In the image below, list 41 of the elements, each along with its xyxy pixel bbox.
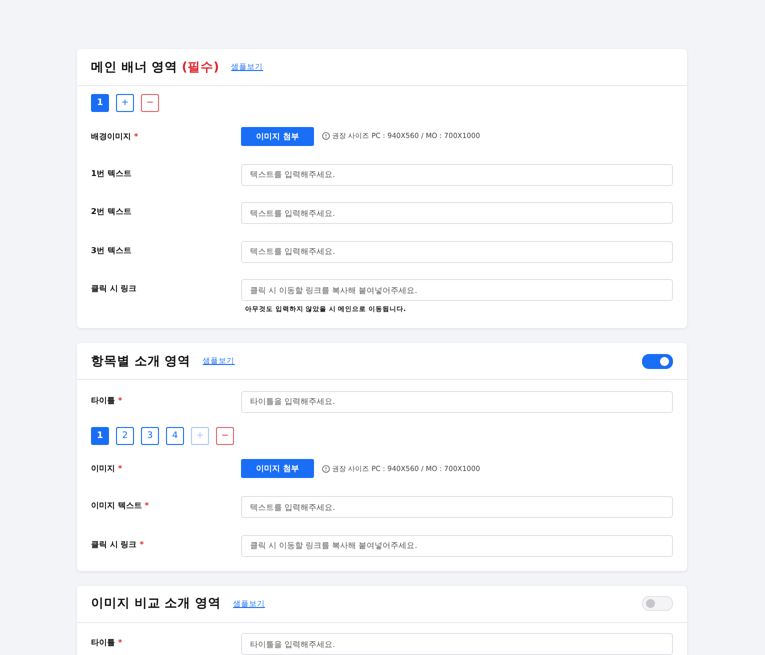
- text-input[interactable]: 텍스트를 입력해주세요.: [241, 240, 673, 262]
- page-button[interactable]: 1: [91, 94, 109, 112]
- text-input[interactable]: 텍스트를 입력해주세요.: [241, 496, 673, 518]
- info-icon: [322, 464, 330, 472]
- page-button[interactable]: 1: [91, 426, 109, 444]
- section-title: 이미지 비교 소개 영역: [91, 595, 222, 612]
- add-button[interactable]: +: [116, 94, 134, 112]
- text-input[interactable]: 텍스트를 입력해주세요.: [241, 202, 673, 224]
- required-mark: *: [118, 464, 122, 473]
- required-mark: *: [118, 638, 122, 647]
- field-label: 3번 텍스트: [91, 244, 132, 256]
- field-label: 클릭 시 링크: [91, 538, 137, 550]
- field-label: 배경이미지: [91, 130, 131, 142]
- field-label: 클릭 시 링크: [91, 283, 137, 294]
- required-mark: *: [134, 132, 138, 140]
- required-note: (필수): [182, 58, 220, 76]
- text-input[interactable]: 타이틀을 입력해주세요.: [241, 390, 673, 412]
- toggle-switch[interactable]: [642, 354, 673, 368]
- page-button[interactable]: 4: [166, 426, 184, 444]
- text-input[interactable]: 클릭 시 이동할 링크를 복사해 붙여넣어주세요.: [241, 534, 673, 556]
- field-label: 1번 텍스트: [91, 168, 132, 178]
- field-label: 타이틀: [91, 637, 115, 648]
- section-title: 항목별 소개 영역: [91, 352, 191, 370]
- attach-button[interactable]: 이미지 첨부: [241, 126, 314, 146]
- page-button[interactable]: 3: [141, 426, 159, 444]
- field-label: 2번 텍스트: [91, 206, 132, 217]
- text-input[interactable]: 클릭 시 이동할 링크를 복사해 붙여넣어주세요.: [241, 279, 673, 301]
- field-label: 타이틀: [91, 394, 115, 406]
- attach-button[interactable]: 이미지 첨부: [241, 459, 314, 478]
- remove-button[interactable]: −: [141, 94, 159, 112]
- required-mark: *: [140, 540, 144, 548]
- remove-button[interactable]: −: [216, 426, 234, 444]
- field-label: 이미지 텍스트: [91, 500, 142, 511]
- field-label: 이미지: [91, 463, 115, 474]
- info-icon: [322, 132, 330, 140]
- required-mark: *: [144, 501, 149, 510]
- page-button[interactable]: 2: [116, 426, 134, 444]
- text-input[interactable]: 타이틀을 입력해주세요.: [241, 633, 673, 655]
- text-input[interactable]: 텍스트를 입력해주세요.: [241, 164, 673, 186]
- required-mark: *: [118, 396, 122, 404]
- section-title: 메인 배너 영역: [91, 58, 178, 76]
